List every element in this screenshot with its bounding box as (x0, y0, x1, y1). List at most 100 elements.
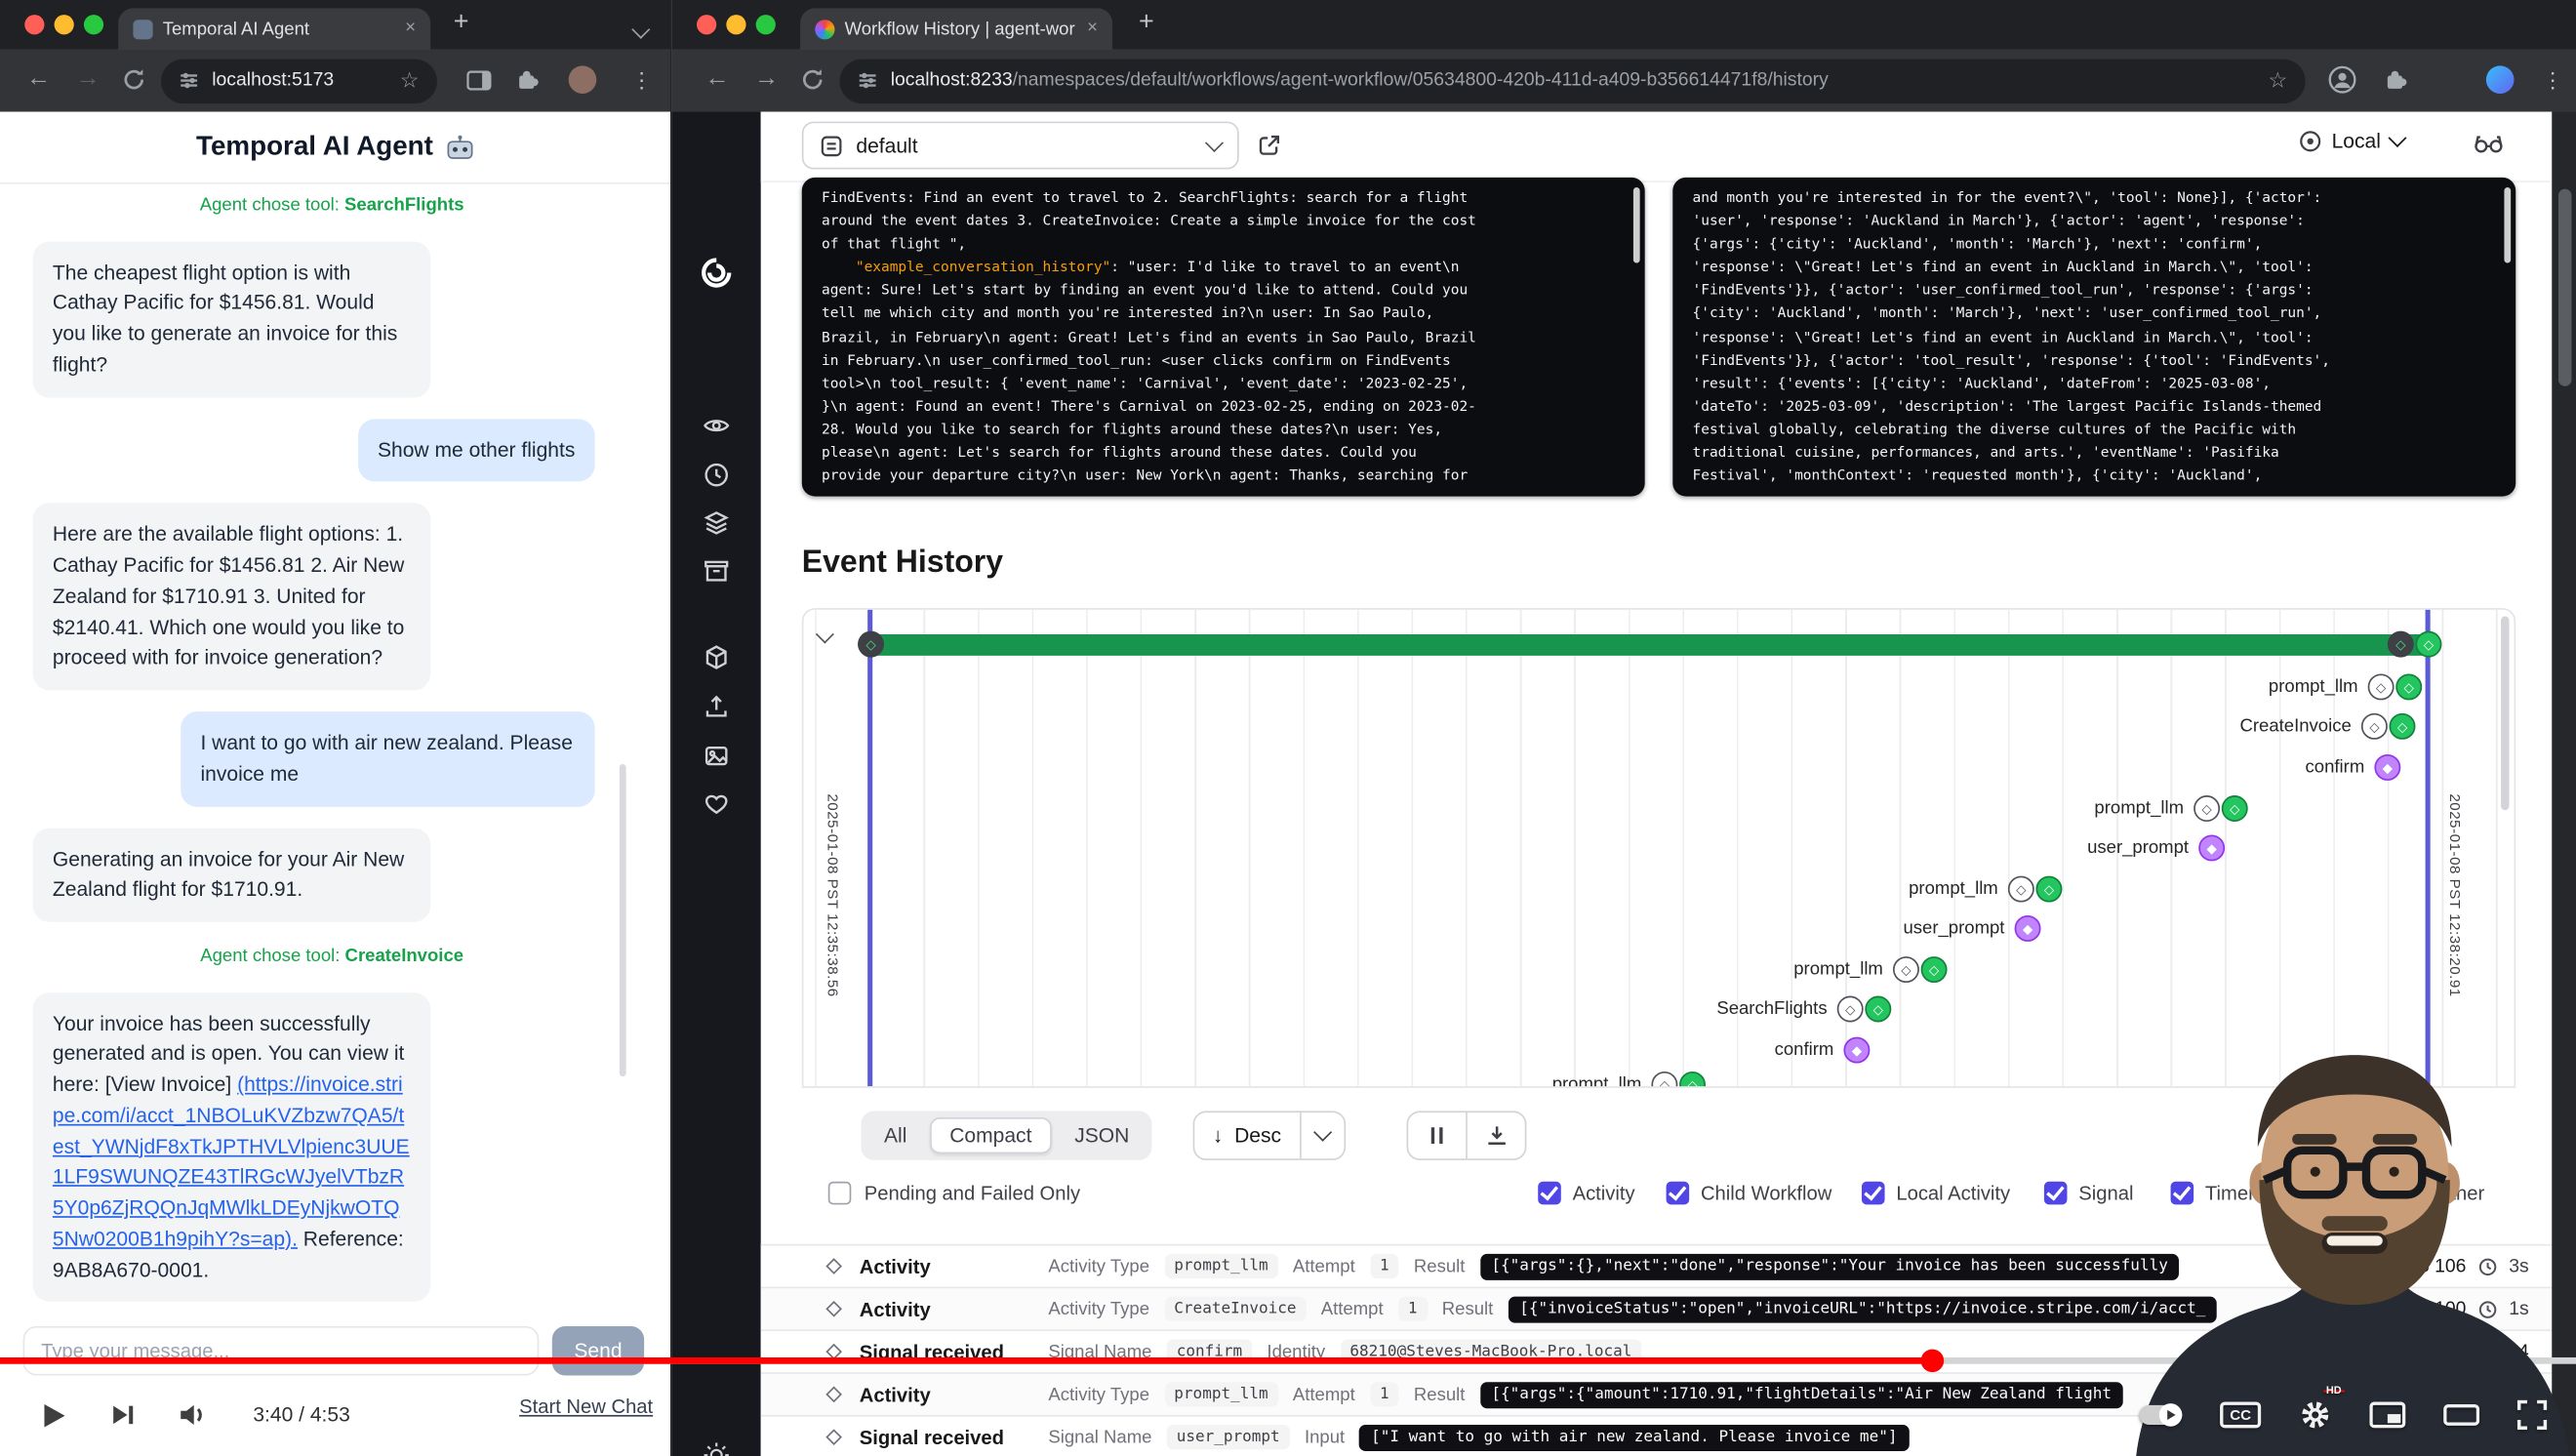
message-input[interactable] (23, 1326, 540, 1376)
filter-child-workflow[interactable]: Child Workflow (1667, 1182, 1832, 1205)
checkbox-checked-icon[interactable] (1862, 1182, 1885, 1205)
sort-chevron-icon[interactable] (1301, 1112, 1344, 1158)
scrollbar-thumb[interactable] (2558, 189, 2571, 386)
timeline-event[interactable]: prompt_llm◇◇ (1651, 1072, 1706, 1088)
view-option-json[interactable]: JSON (1055, 1117, 1149, 1153)
sort-order-control[interactable]: ↓Desc (1193, 1111, 1346, 1160)
pause-button[interactable] (1408, 1112, 1466, 1158)
panel-scrollbar[interactable] (1633, 187, 1640, 263)
zoom-window-button[interactable] (756, 15, 776, 34)
reload-button[interactable] (800, 67, 825, 99)
tab-workflow-history[interactable]: Workflow History | agent-wor × (800, 8, 1112, 49)
new-tab-button[interactable]: + (1139, 8, 1154, 37)
profile-avatar[interactable] (2486, 65, 2515, 94)
event-marker-icon: ◆ (2374, 754, 2400, 781)
new-tab-button[interactable]: + (454, 8, 469, 37)
input-code-panel[interactable]: FindEvents: Find an event to travel to 2… (802, 178, 1645, 497)
zoom-window-button[interactable] (84, 15, 103, 34)
theater-mode-button[interactable] (2443, 1401, 2479, 1428)
extensions-puzzle-icon[interactable] (2384, 67, 2407, 99)
bookmark-star-icon[interactable]: ☆ (2268, 67, 2287, 94)
tab-close-icon[interactable]: × (405, 20, 416, 38)
send-button[interactable]: Send (552, 1326, 644, 1376)
timeline-event[interactable]: CreateInvoice◇◇ (2361, 713, 2416, 740)
sidebar-archive-icon[interactable] (704, 557, 730, 584)
checkbox-checked-icon[interactable] (2044, 1182, 2068, 1205)
address-bar[interactable]: localhost:8233/namespaces/default/workfl… (840, 59, 2306, 102)
timeline-event[interactable]: SearchFlights◇◇ (1837, 996, 1892, 1023)
close-window-button[interactable] (697, 15, 716, 34)
timeline-event[interactable]: prompt_llm◇◇ (2008, 876, 2063, 903)
sidebar-codec-icon[interactable] (704, 644, 730, 670)
download-button[interactable] (1466, 1112, 1525, 1158)
back-button[interactable]: ← (704, 64, 729, 93)
timeline-event-label: user_prompt (1903, 918, 2004, 938)
view-option-compact[interactable]: Compact (930, 1117, 1052, 1153)
forward-button[interactable]: → (754, 64, 779, 93)
cluster-selector[interactable]: Local (2299, 130, 2404, 153)
tab-temporal-ai-agent[interactable]: Temporal AI Agent × (118, 8, 430, 49)
filter-local-activity[interactable]: Local Activity (1862, 1182, 2010, 1205)
volume-button[interactable] (180, 1403, 209, 1427)
autoplay-toggle[interactable] (2140, 1405, 2183, 1425)
bookmark-star-icon[interactable]: ☆ (400, 67, 420, 94)
sidebar-gallery-icon[interactable] (704, 743, 730, 769)
close-window-button[interactable] (24, 15, 44, 34)
timeline-event-label: prompt_llm (1552, 1074, 1642, 1087)
timeline-event[interactable]: confirm◆ (1843, 1037, 1870, 1064)
result-code-text: and month you're interested in for the e… (1672, 178, 2516, 497)
miniplayer-button[interactable] (2369, 1401, 2405, 1428)
data-encoder-glasses-icon[interactable] (2473, 130, 2504, 154)
timeline-event[interactable]: user_prompt◆ (2015, 915, 2041, 942)
minimize-window-button[interactable] (726, 15, 745, 34)
checkbox-checked-icon[interactable] (1538, 1182, 1561, 1205)
timeline-event-label: prompt_llm (1909, 879, 1998, 899)
checkbox-checked-icon[interactable] (1667, 1182, 1690, 1205)
reload-button[interactable] (122, 67, 146, 99)
timeline-event[interactable]: prompt_llm◇◇ (2368, 673, 2423, 700)
timeline-scrollbar[interactable] (2501, 617, 2509, 811)
video-scrubber[interactable] (1921, 1350, 1945, 1373)
namespace-selector[interactable]: default (802, 122, 1239, 170)
row-expander-icon[interactable] (825, 1258, 842, 1274)
temporal-logo-icon[interactable] (700, 257, 733, 290)
address-bar[interactable]: localhost:5173 ☆ (161, 59, 437, 102)
sidebar-feedback-heart-icon[interactable] (704, 790, 730, 815)
forward-button[interactable]: → (75, 64, 100, 93)
settings-button[interactable]: HD (2299, 1398, 2332, 1432)
sidebar-schedules-icon[interactable] (704, 462, 730, 488)
chat-scrollbar[interactable] (620, 764, 626, 1076)
view-option-all[interactable]: All (865, 1117, 927, 1153)
timeline-event[interactable]: prompt_llm◇◇ (1893, 956, 1948, 983)
minimize-window-button[interactable] (55, 15, 74, 34)
timeline-event[interactable]: confirm◆ (2374, 754, 2400, 781)
sidebar-import-icon[interactable] (704, 694, 730, 720)
filter-signal[interactable]: Signal (2044, 1182, 2134, 1205)
filter-activity[interactable]: Activity (1538, 1182, 1634, 1205)
tab-list-chevron-icon[interactable] (634, 19, 647, 48)
invoice-link[interactable]: (https://invoice.stripe.com/i/acct_1NBOL… (53, 1073, 410, 1250)
back-button[interactable]: ← (26, 64, 51, 93)
fullscreen-button[interactable] (2517, 1400, 2547, 1430)
browser-menu-icon[interactable]: ⋮ (2542, 67, 2563, 94)
captions-button[interactable]: CC (2220, 1401, 2261, 1428)
sidebar-stack-icon[interactable] (704, 509, 730, 536)
timeline-event[interactable]: user_prompt◆ (2198, 834, 2225, 861)
open-in-new-icon[interactable] (1257, 133, 1281, 157)
panel-scrollbar[interactable] (2504, 187, 2511, 263)
sidebar-workflows-icon[interactable] (704, 413, 730, 439)
next-button[interactable] (112, 1403, 136, 1427)
profile-avatar[interactable] (569, 65, 597, 94)
extensions-puzzle-icon[interactable] (516, 67, 540, 99)
row-expander-icon[interactable] (825, 1301, 842, 1317)
right-nav-bar: ← → localhost:8233/namespaces/default/wo… (672, 50, 2576, 112)
timeline-event[interactable]: prompt_llm◇◇ (2194, 795, 2248, 822)
timeline-events: prompt_llm◇◇ CreateInvoice◇◇ confirm◆ promp… (803, 610, 2514, 1086)
side-panel-icon[interactable] (466, 69, 491, 99)
result-code-panel[interactable]: and month you're interested in for the e… (1672, 178, 2516, 497)
play-button[interactable] (43, 1401, 67, 1430)
timeline-event-label: SearchFlights (1716, 999, 1827, 1019)
browser-menu-icon[interactable]: ⋮ (631, 67, 653, 94)
tab-close-icon[interactable]: × (1087, 20, 1098, 38)
profile-circle-icon[interactable] (2328, 65, 2356, 101)
